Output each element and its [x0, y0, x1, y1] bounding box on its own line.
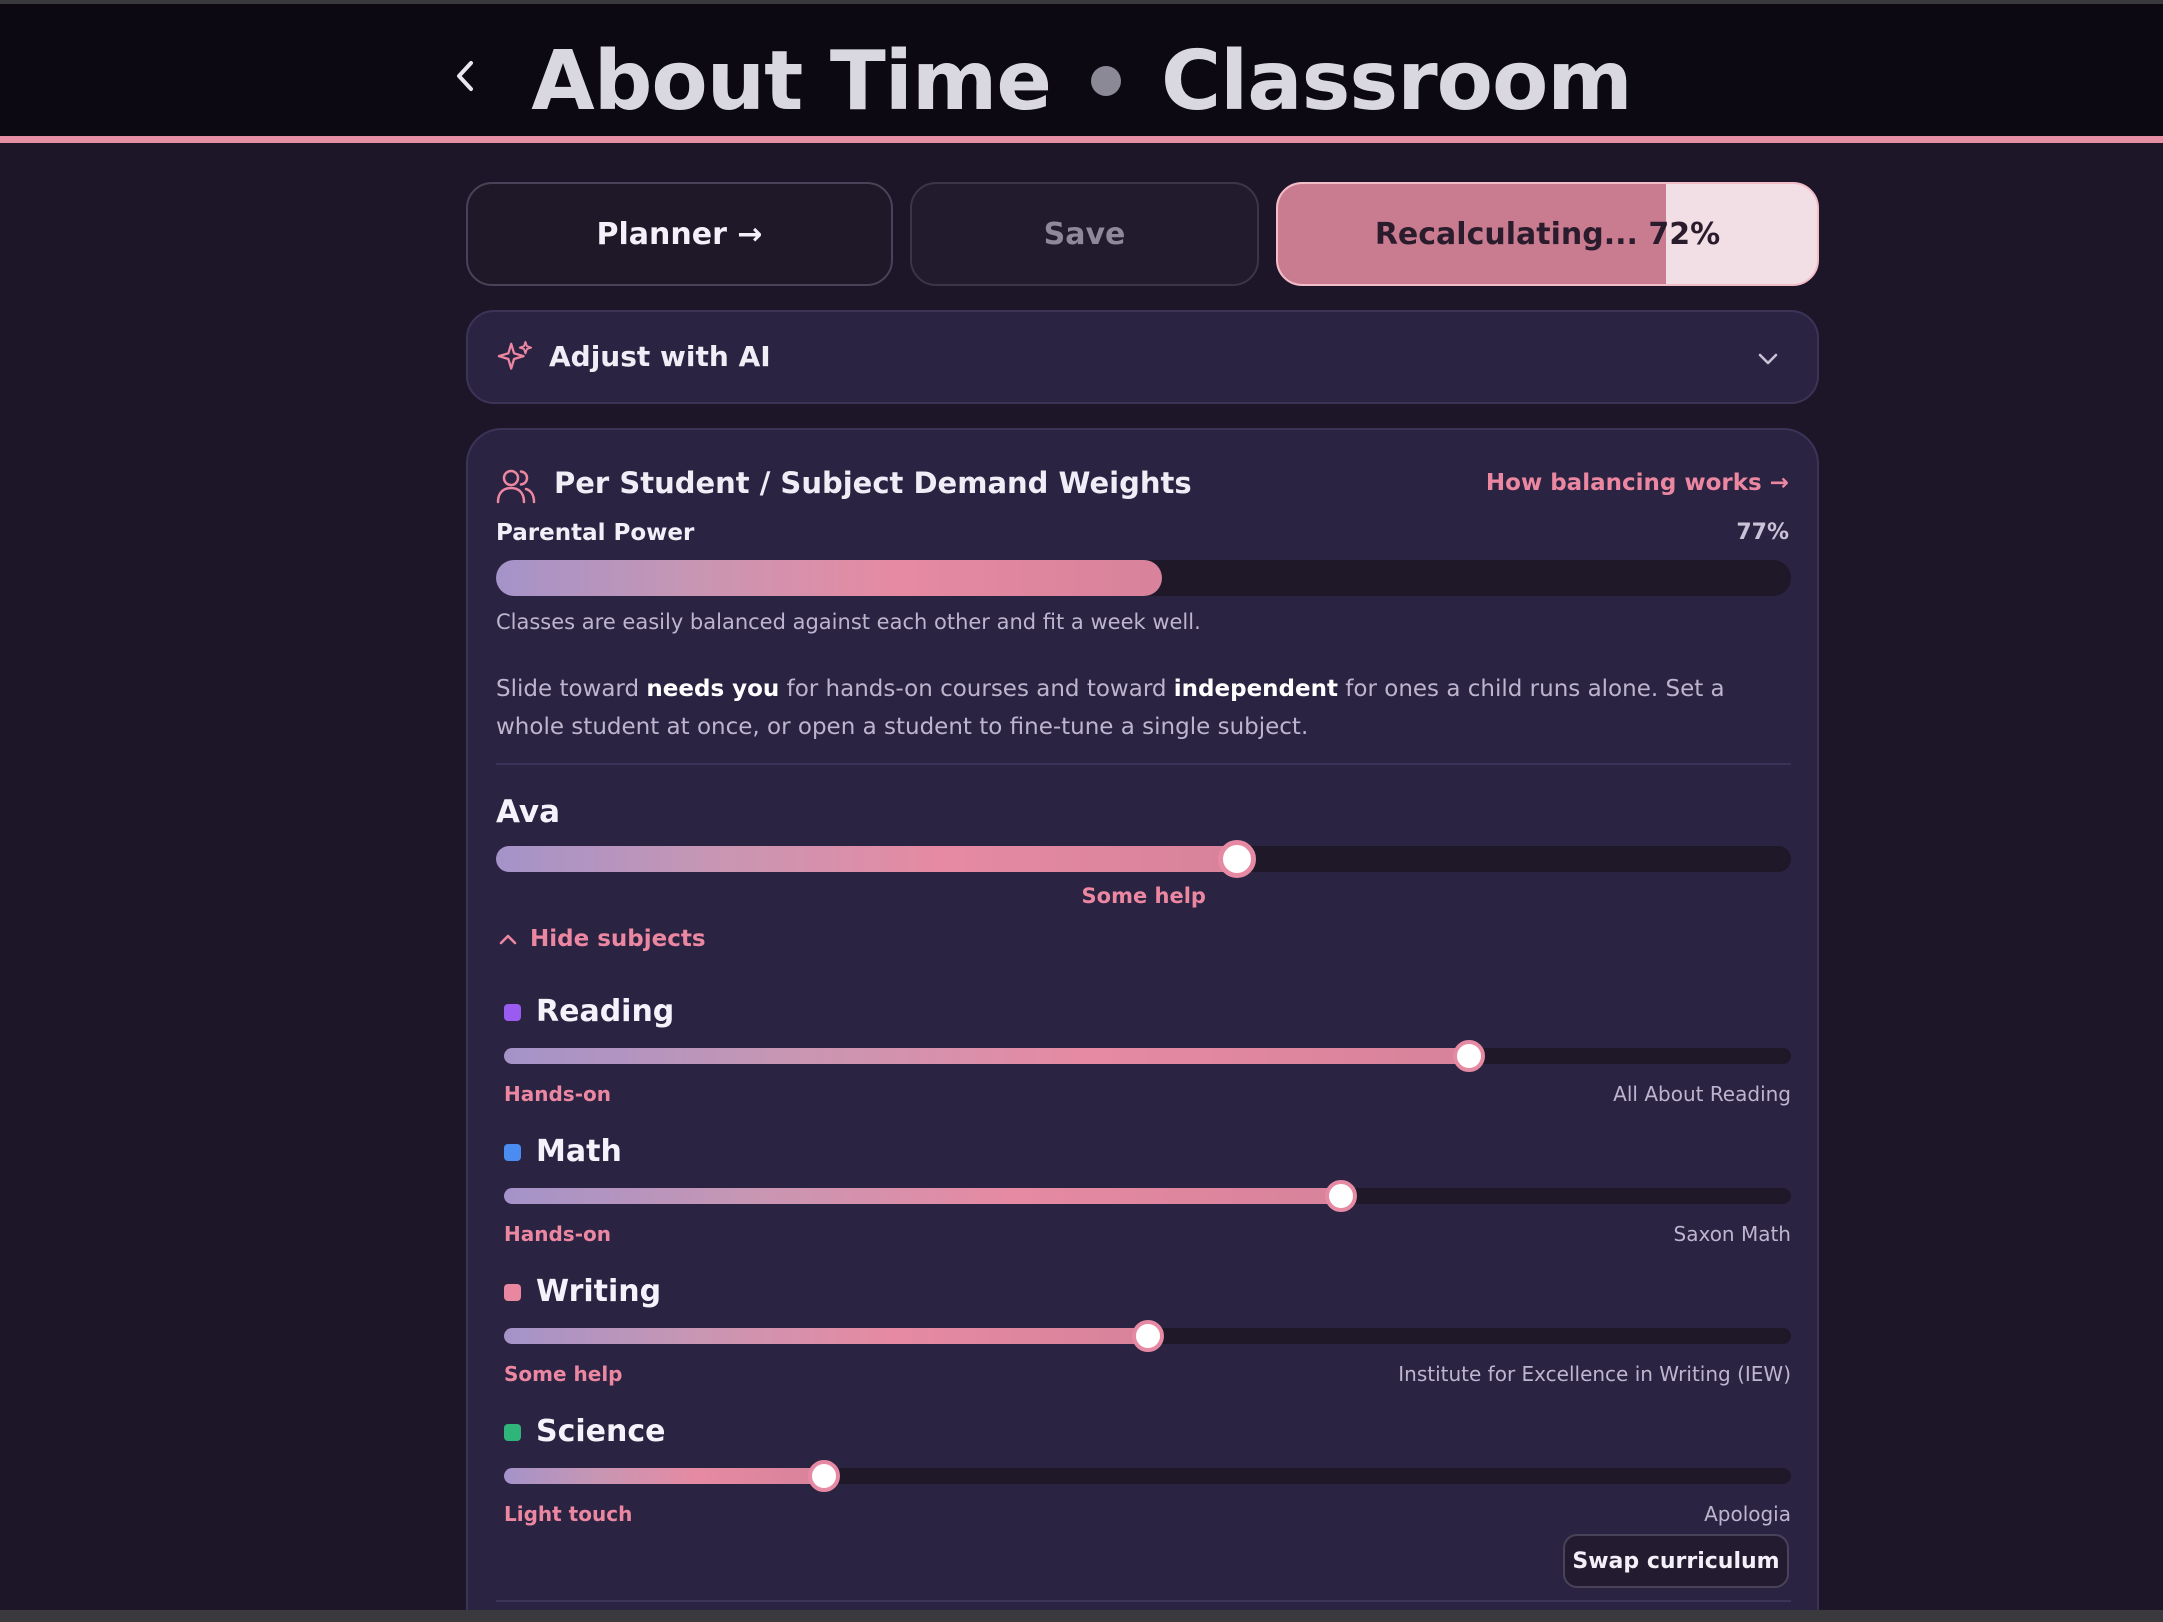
app-title-name: About Time	[531, 34, 1052, 129]
subject-level-label: Hands-on	[504, 1082, 611, 1106]
student-name: Ava	[496, 794, 561, 830]
window-bottom-edge	[0, 1610, 2163, 1622]
intro-text-c: for hands-on courses and toward	[779, 676, 1174, 702]
subject-curriculum: Saxon Math	[1673, 1222, 1791, 1246]
subject-curriculum: Institute for Excellence in Writing (IEW…	[1398, 1362, 1791, 1386]
subject-name: Science	[536, 1414, 666, 1449]
save-button-label: Save	[1043, 216, 1126, 252]
subject-curriculum: All About Reading	[1613, 1082, 1791, 1106]
parental-power-description: Classes are easily balanced against each…	[496, 610, 1201, 634]
subject-slider-knob[interactable]	[1131, 1320, 1164, 1352]
adjust-with-ai-panel[interactable]: Adjust with AI	[466, 310, 1819, 404]
subject-color-dot	[504, 1004, 521, 1021]
app-title: About Time Classroom	[0, 34, 2163, 129]
slider-instructions: Slide toward needs you for hands-on cour…	[496, 670, 1791, 746]
subject-slider-track[interactable]	[504, 1188, 1791, 1204]
users-icon	[496, 469, 536, 504]
subject-name: Writing	[536, 1274, 662, 1309]
subject-color-dot	[504, 1144, 521, 1161]
app-header: About Time Classroom	[0, 4, 2163, 143]
student-slider-fill	[496, 846, 1237, 872]
save-button[interactable]: Save	[910, 182, 1259, 286]
subject-slider-fill	[504, 1188, 1341, 1204]
subject-slider-track[interactable]	[504, 1468, 1791, 1484]
parental-power-value: 77%	[1736, 520, 1789, 545]
subject-row: Math Hands-on Saxon Math	[504, 1134, 1791, 1254]
subject-curriculum: Apologia	[1704, 1502, 1791, 1526]
subject-slider-fill	[504, 1328, 1148, 1344]
planner-button-label: Planner →	[596, 216, 763, 252]
student-slider-track[interactable]	[496, 846, 1791, 872]
recalculate-progress-button[interactable]: Recalculating... 72%	[1276, 182, 1819, 286]
planner-button[interactable]: Planner →	[466, 182, 893, 286]
card-title: Per Student / Subject Demand Weights	[554, 466, 1192, 500]
how-balancing-works-link[interactable]: How balancing works →	[1486, 470, 1789, 496]
swap-curriculum-label: Swap curriculum	[1572, 1548, 1780, 1574]
intro-independent: independent	[1173, 676, 1338, 702]
subject-slider-fill	[504, 1468, 825, 1484]
subject-row: Reading Hands-on All About Reading	[504, 994, 1791, 1114]
divider	[496, 763, 1791, 765]
chevron-down-icon	[1758, 353, 1778, 365]
subject-slider-knob[interactable]	[1453, 1040, 1486, 1072]
student-level-label: Some help	[1081, 884, 1206, 908]
sparkle-icon	[497, 340, 533, 370]
intro-text-a: Slide toward	[496, 676, 647, 702]
recalc-label: Recalculating... 72%	[1374, 216, 1721, 252]
student-slider-knob[interactable]	[1217, 840, 1256, 878]
app-title-section: Classroom	[1160, 34, 1633, 129]
title-separator-dot	[1090, 65, 1121, 96]
subject-level-label: Light touch	[504, 1502, 633, 1526]
parental-power-bar-fill	[496, 560, 1162, 596]
divider	[496, 1600, 1791, 1602]
subject-name: Math	[536, 1134, 622, 1169]
parental-power-label: Parental Power	[496, 520, 695, 546]
subject-name: Reading	[536, 994, 675, 1029]
subject-slider-track[interactable]	[504, 1048, 1791, 1064]
demand-weights-card: Per Student / Subject Demand Weights How…	[466, 428, 1819, 1622]
subject-level-label: Some help	[504, 1362, 623, 1386]
swap-curriculum-button[interactable]: Swap curriculum	[1563, 1534, 1789, 1588]
subject-slider-knob[interactable]	[808, 1460, 841, 1492]
subject-slider-fill	[504, 1048, 1470, 1064]
adjust-with-ai-label: Adjust with AI	[549, 340, 771, 373]
subject-color-dot	[504, 1284, 521, 1301]
hide-subjects-label: Hide subjects	[530, 926, 706, 952]
subject-slider-knob[interactable]	[1324, 1180, 1357, 1212]
subject-row: Science Light touch Apologia	[504, 1414, 1791, 1534]
chevron-up-icon	[499, 934, 517, 945]
hide-subjects-toggle[interactable]: Hide subjects	[498, 926, 706, 952]
intro-needs-you: needs you	[646, 676, 780, 702]
subject-color-dot	[504, 1424, 521, 1441]
subject-row: Writing Some help Institute for Excellence…	[504, 1274, 1791, 1394]
subject-level-label: Hands-on	[504, 1222, 611, 1246]
toolbar: Planner → Save Recalculating... 72%	[466, 182, 1819, 286]
parental-power-bar	[496, 560, 1791, 596]
